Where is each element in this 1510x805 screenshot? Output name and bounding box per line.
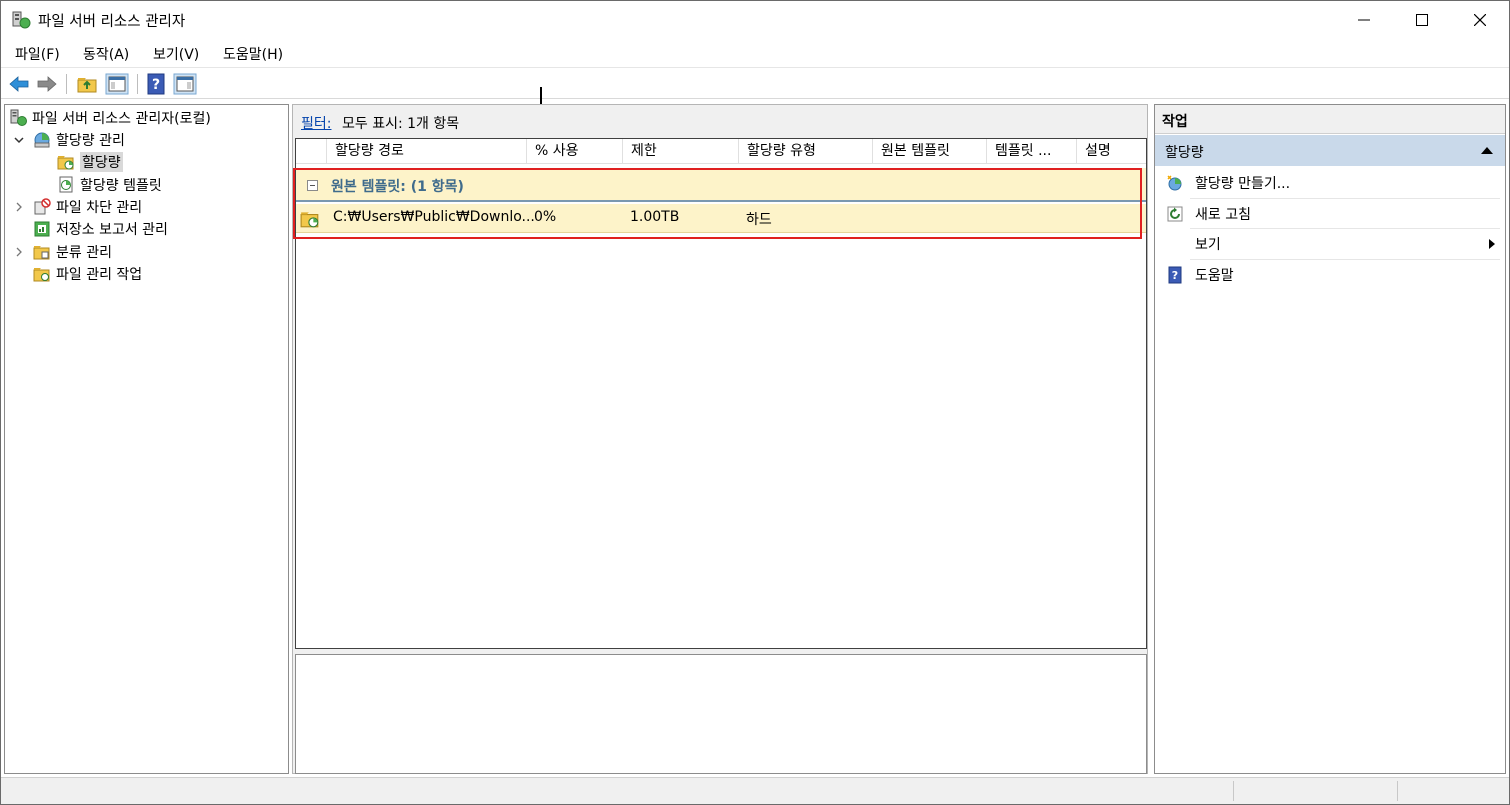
column-percent-used[interactable]: % 사용 <box>526 139 622 163</box>
quota-template-icon <box>59 176 73 193</box>
action-refresh-label: 새로 고침 <box>1195 207 1251 223</box>
toolbar: ? <box>1 67 1509 99</box>
server-manager-icon <box>10 109 27 126</box>
cell-quota-type: 하드 <box>746 212 772 228</box>
menu-view[interactable]: 보기(V) <box>153 44 199 64</box>
toolbar-separator <box>66 74 67 94</box>
chevron-down-icon[interactable] <box>13 134 25 146</box>
action-refresh[interactable]: 새로 고침 <box>1155 199 1505 229</box>
quota-folder-icon <box>57 156 74 170</box>
tree-file-management-tasks[interactable]: 파일 관리 작업 <box>33 263 142 285</box>
tree-file-management-tasks-label: 파일 관리 작업 <box>56 267 143 283</box>
column-description[interactable]: 설명 <box>1076 139 1146 163</box>
cell-limit: 1.00TB <box>630 209 680 225</box>
cell-quota-path: C:₩Users₩Public₩Downlo... <box>333 209 535 225</box>
group-label: 원본 템플릿: (1 항목) <box>331 179 464 195</box>
server-manager-icon <box>12 11 31 29</box>
tree-storage-reports[interactable]: 저장소 보고서 관리 <box>33 218 168 240</box>
menu-file[interactable]: 파일(F) <box>15 44 60 64</box>
refresh-icon <box>1167 206 1183 222</box>
toolbar-separator <box>137 74 138 94</box>
tree-quotas[interactable]: 할당량 <box>57 151 123 173</box>
action-help-label: 도움말 <box>1195 268 1234 284</box>
window-title: 파일 서버 리소스 관리자 <box>38 14 186 30</box>
menu-action[interactable]: 동작(A) <box>83 44 129 64</box>
help-icon: ? <box>1168 266 1182 284</box>
classification-folder-icon <box>33 246 50 260</box>
submenu-arrow-icon <box>1489 239 1495 249</box>
status-separator <box>1233 781 1234 801</box>
help-icon[interactable]: ? <box>144 73 168 95</box>
column-quota-type[interactable]: 할당량 유형 <box>738 139 872 163</box>
results-pane: 필터: 모두 표시: 1개 항목 할당량 경로 % 사용 제한 할당량 유형 원… <box>292 104 1148 774</box>
tree-quota-templates[interactable]: 할당량 템플릿 <box>57 174 162 196</box>
action-create-quota-label: 할당량 만들기... <box>1195 176 1291 192</box>
tree-storage-reports-label: 저장소 보고서 관리 <box>56 222 168 238</box>
show-hide-action-pane-icon[interactable] <box>173 73 197 95</box>
collapse-icon[interactable] <box>307 180 318 191</box>
actions-section-quotas[interactable]: 할당량 <box>1155 135 1505 166</box>
chevron-right-icon[interactable] <box>13 246 25 258</box>
action-create-quota[interactable]: 할당량 만들기... <box>1155 168 1505 198</box>
status-separator <box>1397 781 1398 801</box>
actions-pane: 작업 할당량 할당량 만들기... 새로 고침 보기 ? 도움말 <box>1154 104 1506 774</box>
action-help[interactable]: ? 도움말 <box>1155 260 1505 290</box>
quota-management-icon <box>34 132 50 148</box>
back-arrow-icon[interactable] <box>7 73 31 95</box>
tree-root-label: 파일 서버 리소스 관리자(로컬) <box>32 111 211 127</box>
svg-text:?: ? <box>1172 269 1178 282</box>
actions-section-label: 할당량 <box>1165 145 1204 161</box>
storage-report-icon <box>34 221 50 237</box>
file-task-folder-icon <box>33 268 50 282</box>
minimize-icon <box>1358 19 1370 21</box>
column-header-row: 할당량 경로 % 사용 제한 할당량 유형 원본 템플릿 템플릿 ... 설명 <box>296 139 1146 164</box>
create-quota-icon <box>1167 175 1182 191</box>
filter-link[interactable]: 필터: <box>301 113 331 133</box>
table-row[interactable]: C:₩Users₩Public₩Downlo... 0% 1.00TB 하드 <box>296 204 1146 233</box>
tree-quota-management-label: 할당량 관리 <box>56 133 125 149</box>
minimize-button[interactable] <box>1335 1 1393 39</box>
title-bar: 파일 서버 리소스 관리자 <box>1 1 1509 39</box>
actions-header: 작업 <box>1155 105 1505 134</box>
actions-header-label: 작업 <box>1162 114 1188 130</box>
maximize-button[interactable] <box>1393 1 1451 39</box>
detail-pane <box>295 654 1147 774</box>
collapse-arrow-icon[interactable] <box>1481 147 1493 154</box>
column-limit[interactable]: 제한 <box>622 139 738 163</box>
close-icon <box>1474 14 1486 26</box>
file-screen-icon <box>34 198 51 215</box>
action-view-label: 보기 <box>1195 237 1221 253</box>
group-header[interactable]: 원본 템플릿: (1 항목) <box>296 168 1146 202</box>
app-window: 파일 서버 리소스 관리자 파일(F) 동작(A) 보기(V) 도움말(H) ?… <box>0 0 1510 805</box>
text-cursor <box>540 87 542 104</box>
tree-classification-label: 분류 관리 <box>56 245 112 261</box>
maximize-icon <box>1416 14 1428 26</box>
menu-help[interactable]: 도움말(H) <box>223 44 283 64</box>
tree-quota-templates-label: 할당량 템플릿 <box>80 178 162 194</box>
column-quota-path[interactable]: 할당량 경로 <box>326 139 526 163</box>
chevron-right-icon[interactable] <box>13 201 25 213</box>
tree-quotas-label: 할당량 <box>80 152 123 172</box>
quota-folder-icon <box>300 212 319 228</box>
filter-summary: 모두 표시: 1개 항목 <box>342 116 460 132</box>
tree-file-screening[interactable]: 파일 차단 관리 <box>16 196 143 218</box>
column-source-template[interactable]: 원본 템플릿 <box>872 139 986 163</box>
close-button[interactable] <box>1451 1 1509 39</box>
forward-arrow-icon[interactable] <box>35 73 59 95</box>
action-view[interactable]: 보기 <box>1155 229 1505 259</box>
up-folder-icon[interactable] <box>75 73 99 95</box>
menu-bar: 파일(F) 동작(A) 보기(V) 도움말(H) <box>1 39 1509 67</box>
svg-text:?: ? <box>152 77 160 93</box>
filter-bar: 필터: 모두 표시: 1개 항목 <box>293 105 1147 137</box>
quota-list: 할당량 경로 % 사용 제한 할당량 유형 원본 템플릿 템플릿 ... 설명 … <box>295 138 1147 649</box>
console-tree: 파일 서버 리소스 관리자(로컬) 할당량 관리 할당량 할당량 템플릿 파일 … <box>4 104 289 774</box>
tree-classification[interactable]: 분류 관리 <box>16 241 112 263</box>
column-template-match[interactable]: 템플릿 ... <box>986 139 1076 163</box>
show-hide-console-tree-icon[interactable] <box>105 73 129 95</box>
status-bar <box>1 777 1509 804</box>
tree-root[interactable]: 파일 서버 리소스 관리자(로컬) <box>9 107 211 129</box>
cell-percent-used: 0% <box>534 209 557 225</box>
tree-file-screening-label: 파일 차단 관리 <box>56 200 143 216</box>
tree-quota-management[interactable]: 할당량 관리 <box>14 129 125 151</box>
